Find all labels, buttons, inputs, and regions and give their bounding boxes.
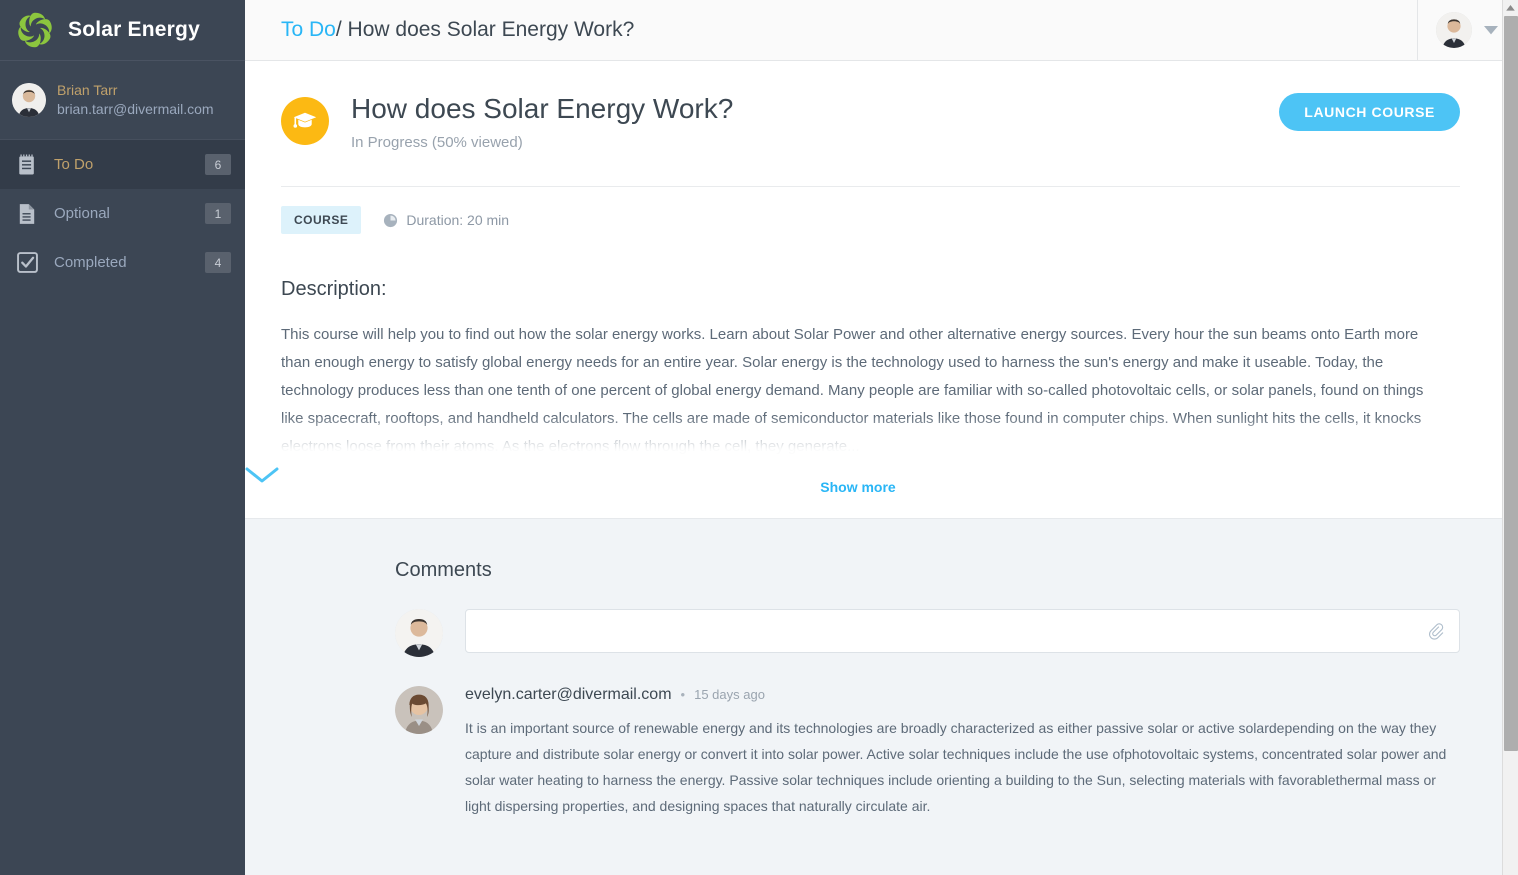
app-root: Solar Energy Brian Tarr brian.tarr@diver… [0, 0, 1518, 875]
sidebar-nav: To Do 6 Optional 1 Completed 4 [0, 140, 245, 287]
vertical-scrollbar[interactable] [1502, 0, 1518, 875]
clock-icon [383, 213, 398, 228]
sidebar-user-name: Brian Tarr [57, 82, 118, 99]
course-status: In Progress (50% viewed) [351, 134, 523, 151]
comment-header: evelyn.carter@divermail.com • 15 days ag… [465, 686, 1460, 704]
sidebar-user-email: brian.tarr@divermail.com [57, 101, 214, 117]
show-more-label[interactable]: Show more [820, 479, 895, 495]
brand-name: Solar Energy [68, 18, 200, 41]
course-duration: Duration: 20 min [383, 212, 509, 228]
comments-heading: Comments [395, 559, 492, 581]
breadcrumb-current: How does Solar Energy Work? [347, 18, 635, 41]
comment-author: evelyn.carter@divermail.com [465, 686, 672, 703]
topbar: To Do/ How does Solar Energy Work? [245, 0, 1518, 61]
comment-item: evelyn.carter@divermail.com • 15 days ag… [395, 686, 1460, 819]
sidebar-item-to-do[interactable]: To Do 6 [0, 140, 245, 189]
comment-input[interactable] [482, 622, 1428, 640]
course-duration-label: Duration: 20 min [406, 212, 510, 228]
sidebar-item-optional[interactable]: Optional 1 [0, 189, 245, 238]
breadcrumb: To Do/ How does Solar Energy Work? [281, 18, 634, 42]
checkbox-checked-icon [14, 252, 40, 273]
avatar [12, 83, 46, 117]
page-title: How does Solar Energy Work? [351, 93, 734, 124]
sidebar-item-label: Completed [54, 254, 127, 271]
avatar [395, 686, 443, 734]
sidebar: Solar Energy Brian Tarr brian.tarr@diver… [0, 0, 245, 875]
description-text: This course will help you to find out ho… [281, 326, 1424, 455]
sidebar-user-block[interactable]: Brian Tarr brian.tarr@divermail.com [0, 61, 245, 140]
show-more-control[interactable]: Show more [245, 461, 1518, 497]
sidebar-user-meta: Brian Tarr brian.tarr@divermail.com [57, 81, 214, 119]
sidebar-item-completed[interactable]: Completed 4 [0, 238, 245, 287]
course-meta-row: COURSE Duration: 20 min [245, 187, 1518, 234]
sidebar-item-label: To Do [54, 156, 94, 173]
description-wrapper: This course will help you to find out ho… [245, 321, 1518, 461]
paperclip-icon[interactable] [1428, 622, 1445, 641]
scroll-thumb[interactable] [1504, 16, 1518, 751]
breadcrumb-link-to-do[interactable]: To Do [281, 18, 336, 41]
comment-input-box[interactable] [465, 609, 1460, 653]
comment-text: It is an important source of renewable e… [465, 720, 1447, 814]
comment-compose [395, 609, 1460, 657]
profile-avatar [1436, 12, 1472, 48]
comments-section: Comments evelyn.carter@divermail.com • 1… [245, 518, 1518, 875]
sidebar-item-badge: 1 [205, 203, 231, 224]
page-content: How does Solar Energy Work? In Progress … [245, 61, 1518, 875]
comment-body: evelyn.carter@divermail.com • 15 days ag… [465, 686, 1460, 819]
course-header: How does Solar Energy Work? In Progress … [245, 61, 1518, 151]
sidebar-item-badge: 4 [205, 252, 231, 273]
avatar [395, 609, 443, 657]
breadcrumb-separator: / [335, 18, 342, 41]
brand-header[interactable]: Solar Energy [0, 0, 245, 61]
launch-course-button[interactable]: LAUNCH COURSE [1279, 93, 1460, 131]
graduation-cap-icon [281, 97, 329, 145]
solar-pinwheel-logo-icon [12, 7, 58, 53]
chevron-down-icon[interactable] [1484, 25, 1498, 35]
notepad-icon [14, 154, 40, 176]
comment-separator: • [680, 687, 686, 702]
course-type-badge: COURSE [281, 206, 362, 234]
comments-inner: Comments evelyn.carter@divermail.com • 1… [245, 559, 1518, 819]
comment-timestamp: 15 days ago [694, 687, 765, 702]
sidebar-item-label: Optional [54, 205, 110, 222]
description-heading: Description: [281, 278, 387, 300]
sidebar-item-badge: 6 [205, 154, 231, 175]
course-title-block: How does Solar Energy Work? In Progress … [351, 91, 733, 151]
document-icon [14, 203, 40, 225]
main-area: To Do/ How does Solar Energy Work? How d… [245, 0, 1518, 875]
scroll-up-arrow-icon[interactable] [1503, 0, 1518, 16]
